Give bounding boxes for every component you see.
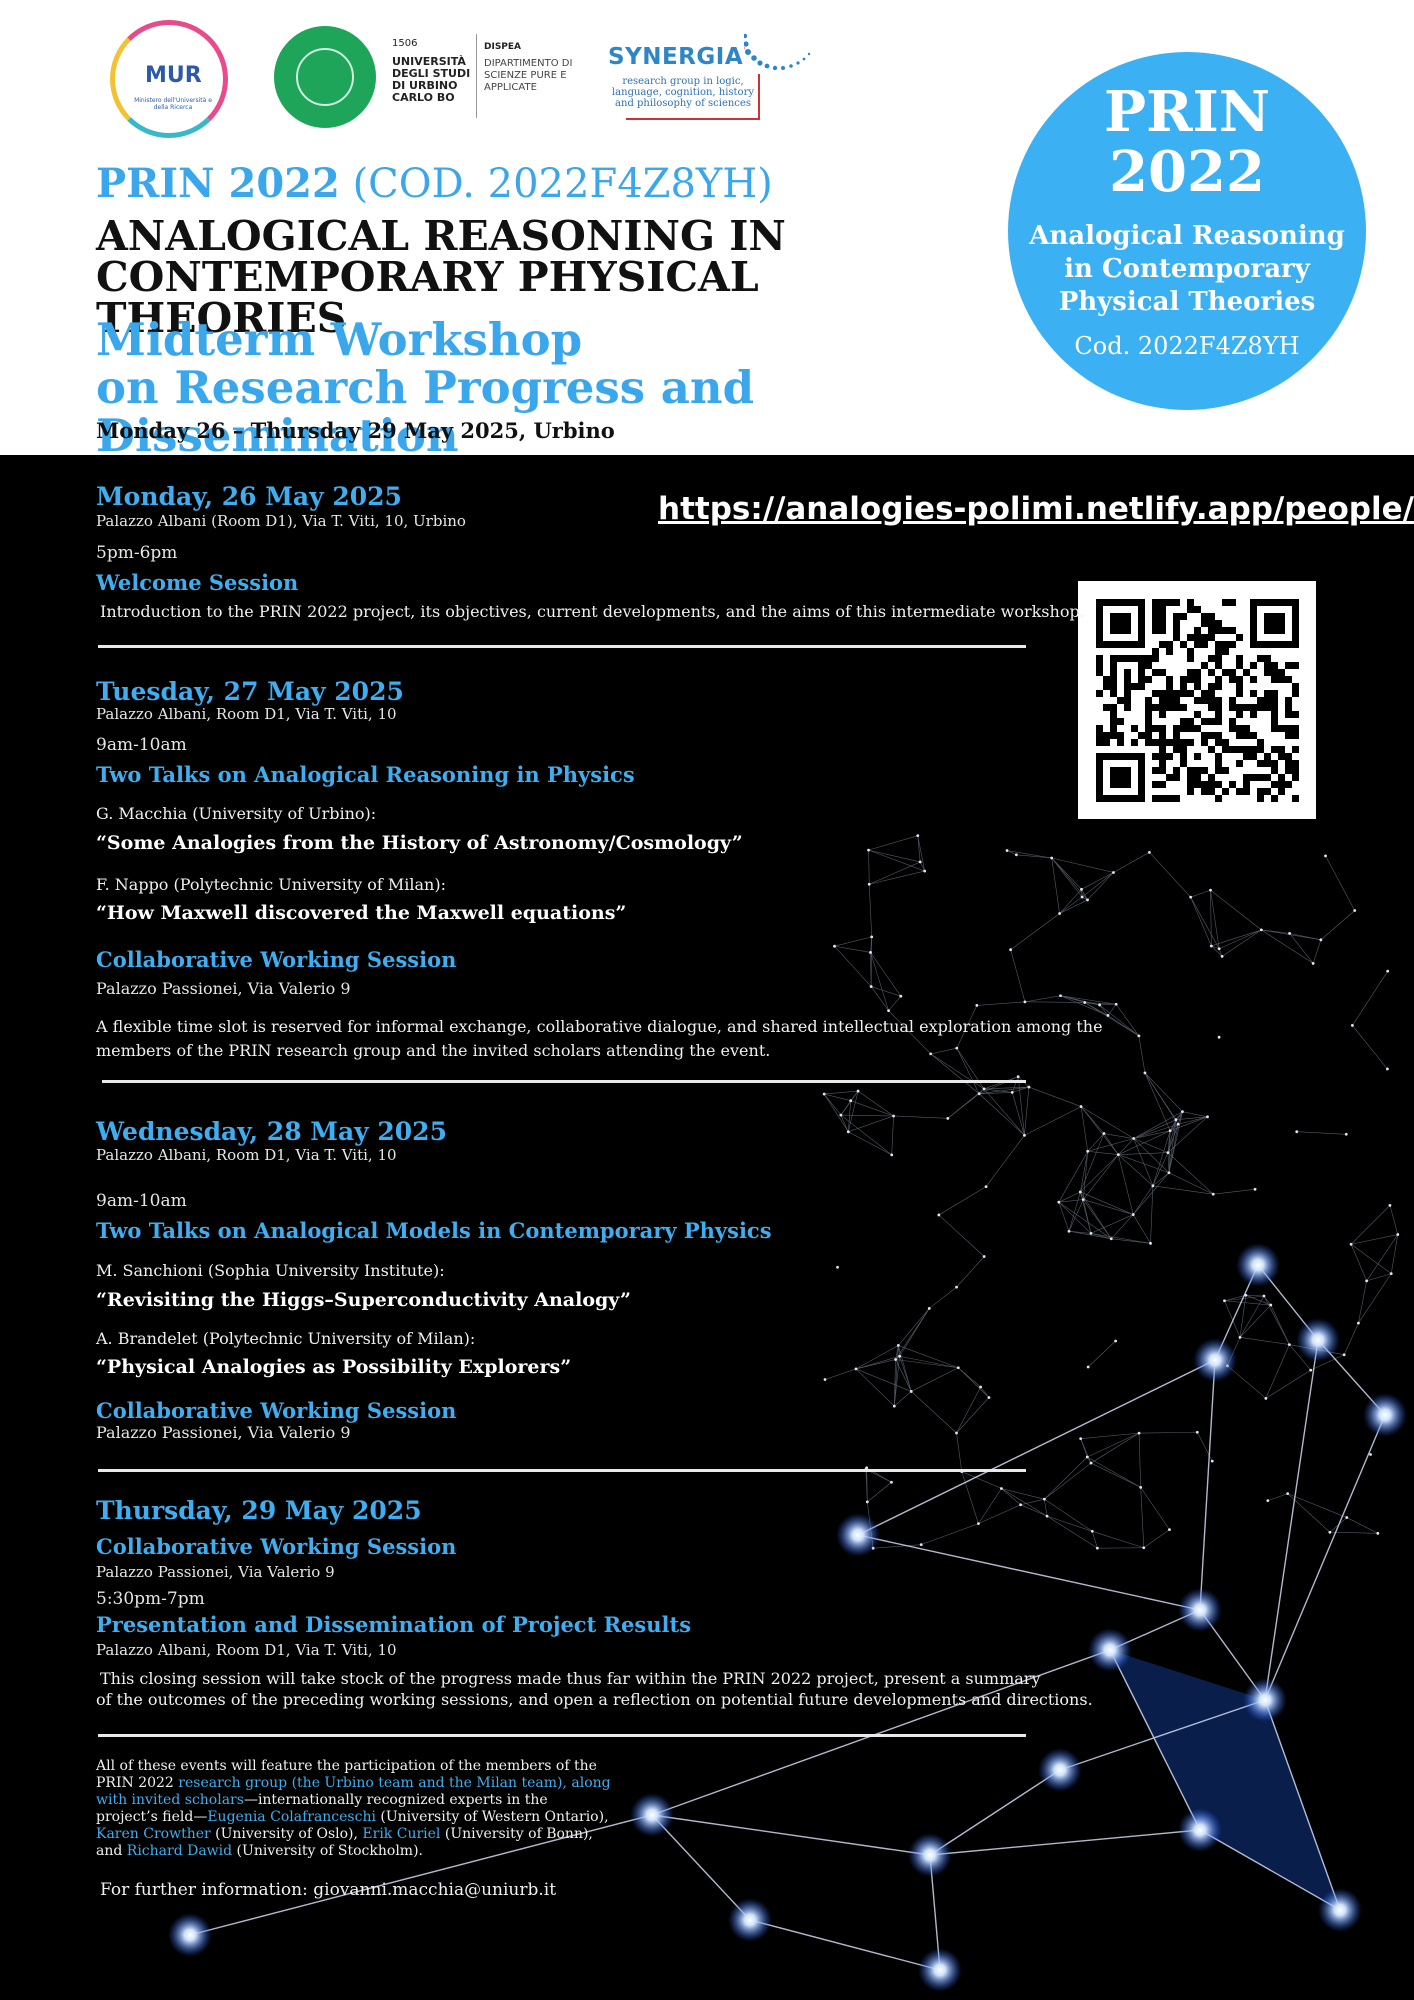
program-section: https://analogies-polimi.netlify.app/peo…	[0, 455, 1414, 2000]
note-highlight: with invited scholars	[96, 1792, 244, 1808]
prin-code-title: PRIN 2022 (COD. 2022F4Z8YH)	[96, 160, 773, 207]
note-text: —internationally recognized experts in t…	[243, 1792, 548, 1808]
badge-code: Cod. 2022F4Z8YH	[1074, 332, 1300, 360]
seal-inner-ring	[296, 48, 354, 106]
day-heading-wednesday: Wednesday, 28 May 2025	[96, 1117, 447, 1146]
wednesday-collab-place: Palazzo Passionei, Via Valerio 9	[96, 1423, 351, 1442]
divider	[102, 1080, 1026, 1083]
note-text: project’s field—	[96, 1809, 208, 1825]
note-line: and Richard Dawid (University of Stockho…	[96, 1843, 656, 1860]
prin-code: (COD. 2022F4Z8YH)	[339, 161, 773, 207]
people-page-link[interactable]: https://analogies-polimi.netlify.app/peo…	[658, 491, 1414, 527]
badge-title-line1: Analogical Reasoning	[1029, 221, 1345, 251]
note-text: (University of Bonn),	[440, 1826, 593, 1842]
badge-prin: PRIN 2022	[1008, 82, 1366, 202]
thursday-session-place: Palazzo Albani, Room D1, Via T. Viti, 10	[96, 1641, 397, 1659]
note-line: Karen Crowther (University of Oslo), Eri…	[96, 1826, 656, 1843]
participants-note: All of these events will feature the par…	[96, 1758, 656, 1860]
prin-badge: PRIN 2022 Analogical Reasoning in Contem…	[1008, 52, 1366, 410]
qr-code-icon	[1096, 599, 1299, 802]
synergia-subtext: research group in logic, language, cogni…	[611, 76, 755, 109]
note-text: and	[96, 1843, 127, 1859]
note-highlight: research group (the Urbino team and the …	[178, 1775, 611, 1791]
wednesday-time: 9am-10am	[96, 1191, 187, 1211]
tuesday-collab-place: Palazzo Passionei, Via Valerio 9	[96, 979, 351, 998]
talk-title-sanchioni: “Revisiting the Higgs–Superconductivity …	[96, 1289, 631, 1311]
note-line: project’s field—Eugenia Colafranceschi (…	[96, 1809, 656, 1826]
mur-logo-text: MUR	[145, 63, 202, 88]
tuesday-place: Palazzo Albani, Room D1, Via T. Viti, 10	[96, 705, 397, 723]
tuesday-collab-description-line1: A flexible time slot is reserved for inf…	[96, 1017, 1103, 1036]
note-line: PRIN 2022 research group (the Urbino tea…	[96, 1775, 656, 1792]
synergia-logo-text: SYNERGIA	[608, 44, 744, 70]
day-heading-monday: Monday, 26 May 2025	[96, 482, 402, 511]
monday-time: 5pm-6pm	[96, 543, 178, 563]
tuesday-collab-description-line2: members of the PRIN research group and t…	[96, 1041, 771, 1060]
badge-year-line: 2022	[1109, 139, 1265, 205]
tuesday-session-title: Two Talks on Analogical Reasoning in Phy…	[96, 762, 635, 787]
monday-place: Palazzo Albani (Room D1), Via T. Viti, 1…	[96, 512, 466, 530]
badge-title-line2: in Contemporary	[1064, 254, 1310, 284]
uniurb-seal-logo	[274, 26, 376, 128]
contact-info: For further information: giovanni.macchi…	[100, 1880, 557, 1900]
thursday-collab-session: Collaborative Working Session	[96, 1534, 457, 1559]
monday-session-description: Introduction to the PRIN 2022 project, i…	[100, 602, 1085, 621]
mur-logo: MUR Ministero dell'Università e della Ri…	[110, 20, 228, 138]
wednesday-session-title: Two Talks on Analogical Models in Contem…	[96, 1218, 772, 1243]
scholar-crowther: Karen Crowther	[96, 1826, 211, 1842]
note-line: All of these events will feature the par…	[96, 1758, 597, 1774]
scholar-dawid: Richard Dawid	[126, 1843, 233, 1859]
talk-title-macchia: “Some Analogies from the History of Astr…	[96, 832, 743, 854]
dispea-acronym: DISPEA	[484, 42, 522, 52]
scholar-colafranceschi: Eugenia Colafranceschi	[207, 1809, 376, 1825]
uniurb-year: 1506	[392, 38, 418, 49]
workshop-dates: Monday 26 – Thursday 29 May 2025, Urbino	[96, 418, 615, 443]
thursday-time: 5:30pm-7pm	[96, 1589, 205, 1609]
monday-session-title: Welcome Session	[96, 570, 299, 595]
talk-title-brandelet: “Physical Analogies as Possibility Explo…	[96, 1356, 572, 1378]
scholar-curiel: Erik Curiel	[362, 1826, 441, 1842]
badge-title-line3: Physical Theories	[1058, 287, 1316, 317]
note-text: PRIN 2022	[96, 1775, 179, 1791]
logo-divider	[476, 34, 477, 118]
qr-code[interactable]	[1078, 581, 1316, 819]
workshop-title-line1: Midterm Workshop	[96, 313, 583, 366]
note-text: (University of Stockholm).	[232, 1843, 423, 1859]
thursday-session-title: Presentation and Dissemination of Projec…	[96, 1612, 692, 1637]
divider	[98, 645, 1026, 648]
wednesday-collab-session: Collaborative Working Session	[96, 1398, 457, 1423]
speaker-brandelet: A. Brandelet (Polytechnic University of …	[96, 1329, 476, 1348]
tuesday-collab-session: Collaborative Working Session	[96, 947, 457, 972]
divider	[98, 1734, 1026, 1737]
note-line: with invited scholars—internationally re…	[96, 1792, 656, 1809]
speaker-sanchioni: M. Sanchioni (Sophia University Institut…	[96, 1261, 445, 1280]
divider	[98, 1469, 1026, 1472]
talk-title-nappo: “How Maxwell discovered the Maxwell equa…	[96, 902, 627, 924]
day-heading-tuesday: Tuesday, 27 May 2025	[96, 677, 404, 706]
dispea-name: DIPARTIMENTO DI SCIENZE PURE E APPLICATE	[484, 58, 573, 93]
speaker-macchia: G. Macchia (University of Urbino):	[96, 804, 377, 823]
badge-title: Analogical Reasoning in Contemporary Phy…	[1008, 220, 1366, 319]
note-text: (University of Oslo),	[210, 1826, 363, 1842]
note-text: (University of Western Ontario),	[375, 1809, 609, 1825]
poster-header: MUR Ministero dell'Università e della Ri…	[0, 0, 1414, 460]
mur-logo-subtext: Ministero dell'Università e della Ricerc…	[134, 97, 212, 111]
uniurb-name: UNIVERSITÀ DEGLI STUDI DI URBINO CARLO B…	[392, 55, 471, 104]
badge-prin-line: PRIN	[1103, 79, 1271, 145]
day-heading-thursday: Thursday, 29 May 2025	[96, 1496, 422, 1525]
thursday-collab-place: Palazzo Passionei, Via Valerio 9	[96, 1563, 335, 1581]
tuesday-time: 9am-10am	[96, 735, 187, 755]
project-title-line1: ANALOGICAL REASONING IN	[96, 212, 786, 260]
speaker-nappo: F. Nappo (Polytechnic University of Mila…	[96, 875, 446, 894]
workshop-title-line2: on Research Progress and Dissemination	[96, 361, 755, 462]
thursday-description-line2: of the outcomes of the preceding working…	[96, 1690, 1093, 1709]
prin-year: PRIN 2022	[96, 160, 340, 207]
wednesday-place: Palazzo Albani, Room D1, Via T. Viti, 10	[96, 1146, 397, 1164]
